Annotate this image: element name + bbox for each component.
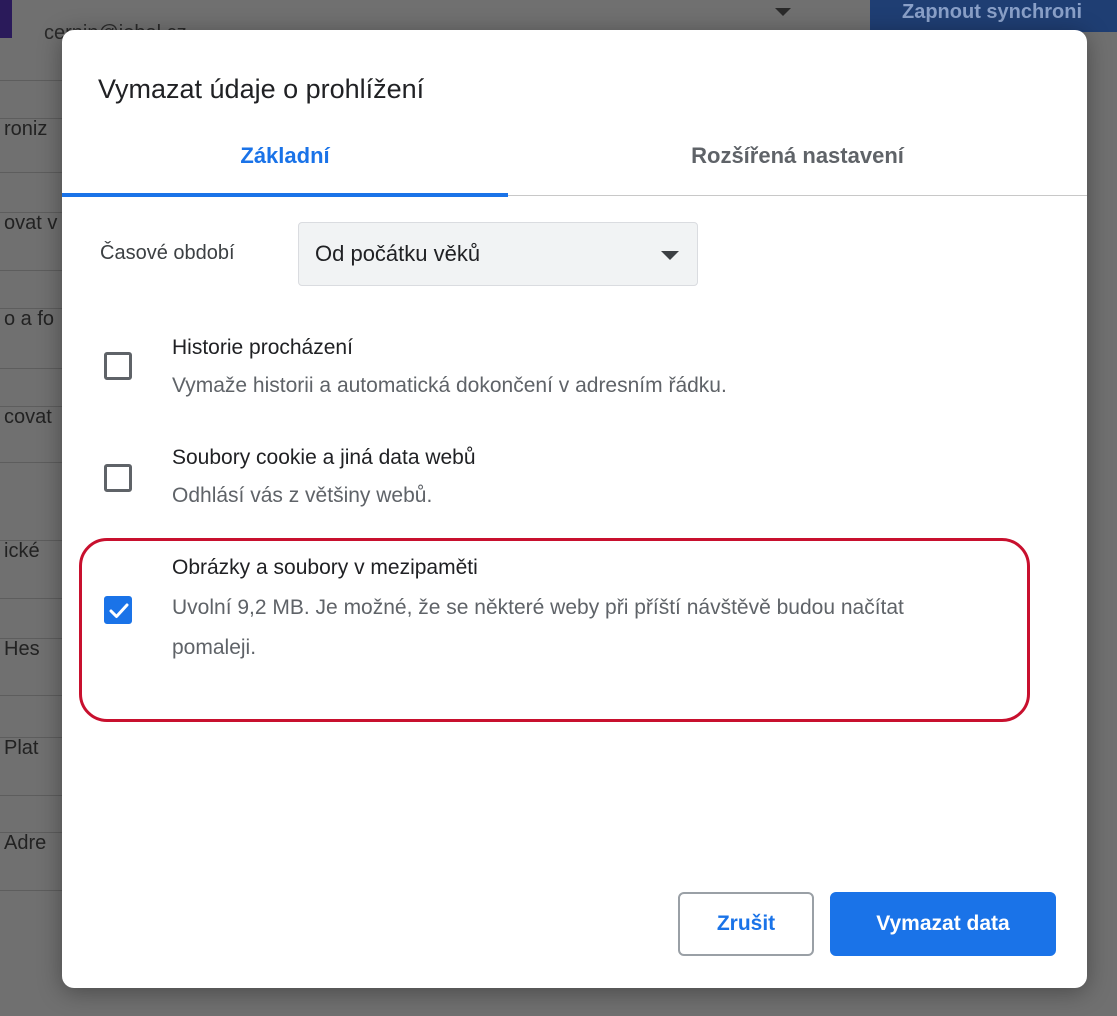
time-range-select[interactable]: Od počátku věků	[298, 222, 698, 286]
time-range-label: Časové období	[100, 242, 235, 264]
cookies-checkbox[interactable]	[104, 464, 132, 492]
sync-button[interactable]: Zapnout synchroni	[870, 0, 1117, 32]
cancel-button[interactable]: Zrušit	[678, 892, 814, 956]
dialog-title: Vymazat údaje o prohlížení	[98, 74, 425, 104]
tab-advanced-label: Rozšířená nastavení	[691, 143, 904, 168]
active-tab-indicator	[62, 193, 508, 197]
clear-data-button[interactable]: Vymazat data	[830, 892, 1056, 956]
option-title: Obrázky a soubory v mezipaměti	[172, 556, 478, 579]
option-description: Odhlásí vás z většiny webů.	[172, 484, 433, 507]
option-description: Vymaže historii a automatická dokončení …	[172, 374, 727, 397]
tab-advanced[interactable]: Rozšířená nastavení	[508, 130, 1087, 196]
chevron-down-icon	[775, 8, 791, 16]
tab-bar: Základní Rozšířená nastavení	[62, 130, 1087, 197]
avatar	[0, 0, 12, 38]
option-title: Historie procházení	[172, 336, 353, 359]
cached-images-checkbox[interactable]	[104, 596, 132, 624]
browsing-history-checkbox[interactable]	[104, 352, 132, 380]
clear-browsing-data-dialog: Vymazat údaje o prohlížení Základní Rozš…	[62, 30, 1087, 988]
checkmark-icon	[109, 603, 129, 618]
dropdown-arrow-icon	[661, 251, 679, 260]
option-title: Soubory cookie a jiná data webů	[172, 446, 476, 469]
option-description: Uvolní 9,2 MB. Je možné, že se některé w…	[172, 596, 904, 659]
time-range-value: Od počátku věků	[315, 241, 481, 266]
tab-basic-label: Základní	[240, 143, 330, 168]
tab-basic[interactable]: Základní	[62, 130, 508, 197]
